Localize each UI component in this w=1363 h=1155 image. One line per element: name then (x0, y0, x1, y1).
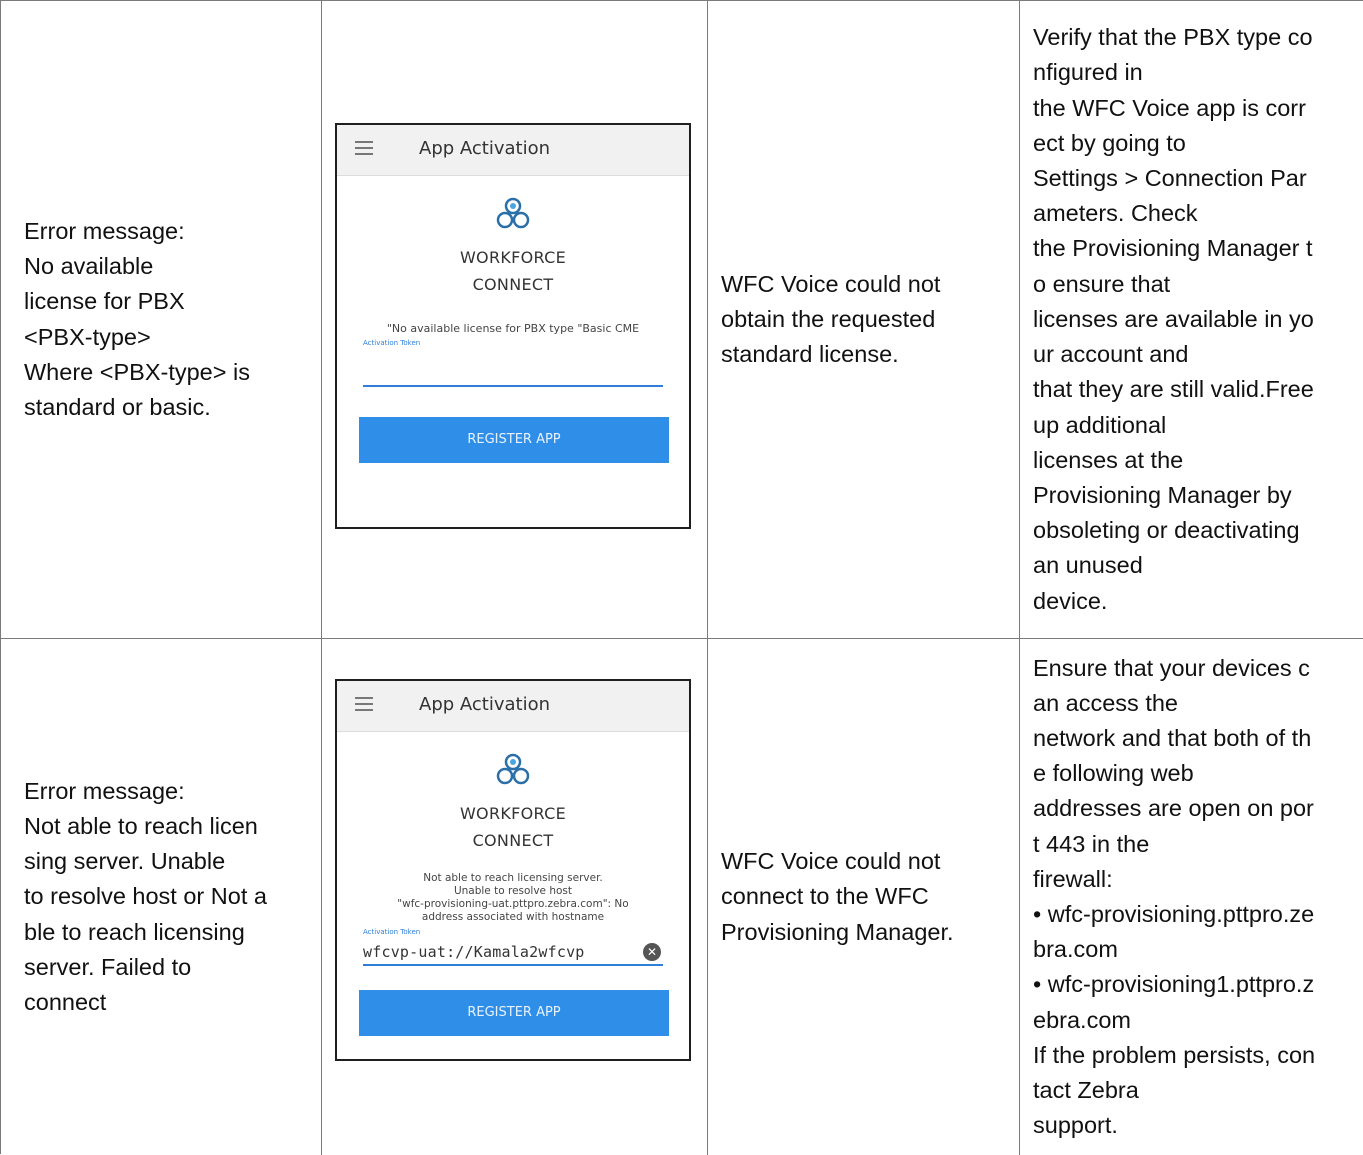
activation-token-input[interactable] (363, 351, 663, 387)
error-text: Error message: No available license for … (24, 217, 250, 420)
activation-token-label: Activation Token (363, 339, 421, 347)
app-bar-title: App Activation (419, 138, 551, 159)
register-app-button[interactable]: REGISTER APP (359, 990, 669, 1036)
app-bar: App Activation (337, 125, 689, 176)
resolution-text: Ensure that your devices c an access the… (1033, 654, 1316, 1139)
register-app-button[interactable]: REGISTER APP (359, 417, 669, 463)
cause-text: WFC Voice could not connect to the WFC P… (721, 848, 954, 945)
resolution-cell: Ensure that your devices c an access the… (1020, 639, 1363, 1155)
cause-cell: WFC Voice could not obtain the requested… (708, 1, 1020, 639)
activation-token-input[interactable]: wfcvp-uat://Kamala2wfcvp ✕ (363, 940, 663, 966)
cause-cell: WFC Voice could not connect to the WFC P… (708, 639, 1020, 1155)
brand-name: WORKFORCE CONNECT (459, 804, 567, 850)
resolution-cell: Verify that the PBX type co nfigured in … (1020, 1, 1363, 639)
workforce-connect-logo-icon (496, 753, 530, 785)
activation-token-label: Activation Token (363, 928, 421, 936)
menu-icon[interactable] (355, 697, 373, 711)
cause-text: WFC Voice could not obtain the requested… (721, 270, 941, 368)
clear-icon[interactable]: ✕ (643, 943, 661, 961)
screenshot-cell: App Activation WORKFORCE CONNECT Not abl… (322, 639, 708, 1155)
error-text: Error message: Not able to reach licen s… (24, 777, 267, 1015)
app-activation-screenshot: App Activation WORKFORCE CONNECT Not abl… (335, 679, 691, 1061)
app-activation-screenshot: App Activation WORKFORCE CONNECT "No ava… (335, 123, 691, 529)
error-cell: Error message: No available license for … (1, 1, 322, 639)
table-row: Error message: No available license for … (1, 1, 1363, 639)
app-bar-title: App Activation (419, 694, 551, 715)
table-row: Error message: Not able to reach licen s… (1, 639, 1363, 1155)
error-cell: Error message: Not able to reach licen s… (1, 639, 322, 1155)
resolution-text: Verify that the PBX type co nfigured in … (1033, 24, 1314, 614)
error-message: Not able to reach licensing server. Unab… (397, 872, 629, 923)
activation-token-value: wfcvp-uat://Kamala2wfcvp (363, 943, 585, 961)
brand-name: WORKFORCE CONNECT (459, 248, 567, 294)
app-bar: App Activation (337, 681, 689, 732)
error-message: "No available license for PBX type "Basi… (386, 322, 640, 335)
workforce-connect-logo-icon (496, 197, 530, 229)
menu-icon[interactable] (355, 141, 373, 155)
troubleshooting-table: Error message: No available license for … (0, 0, 1363, 1155)
screenshot-cell: App Activation WORKFORCE CONNECT "No ava… (322, 1, 708, 639)
